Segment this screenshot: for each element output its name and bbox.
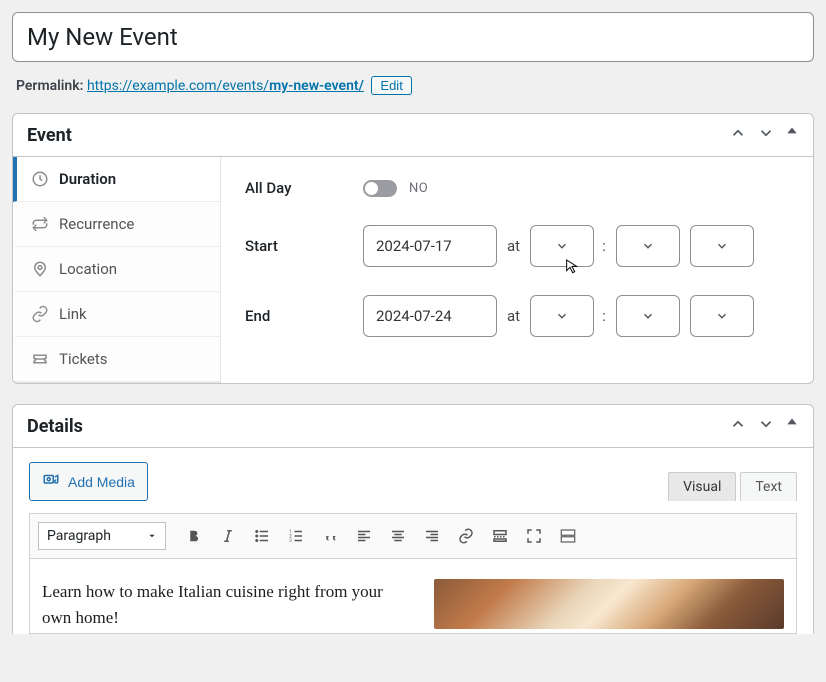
bold-button[interactable]: [178, 520, 210, 552]
add-media-button[interactable]: Add Media: [29, 462, 148, 501]
start-ampm-select[interactable]: [690, 225, 754, 267]
permalink-link[interactable]: https://example.com/events/my-new-event/: [87, 78, 364, 94]
details-postbox-header: Details: [13, 405, 813, 448]
start-minute-select[interactable]: [616, 225, 680, 267]
event-postbox: Event Duration: [12, 113, 814, 384]
link-icon: [31, 305, 49, 323]
format-select[interactable]: Paragraph: [38, 522, 166, 550]
end-date-input[interactable]: [363, 295, 497, 337]
collapse-icon[interactable]: [785, 124, 799, 146]
editor-toolbar: Paragraph 123: [29, 513, 797, 559]
start-colon: :: [602, 237, 606, 255]
svg-text:3: 3: [289, 538, 292, 544]
align-center-button[interactable]: [382, 520, 414, 552]
all-day-value: NO: [409, 181, 428, 196]
details-postbox: Details Add Media Visual Text: [12, 404, 814, 634]
edit-permalink-button[interactable]: Edit: [371, 76, 411, 95]
event-title-input[interactable]: [12, 12, 814, 62]
tab-recurrence[interactable]: Recurrence: [13, 202, 220, 247]
details-heading: Details: [27, 416, 83, 437]
permalink-row: Permalink: https://example.com/events/my…: [16, 76, 810, 95]
end-at-text: at: [507, 307, 520, 325]
italic-button[interactable]: [212, 520, 244, 552]
align-right-button[interactable]: [416, 520, 448, 552]
loop-icon: [31, 215, 49, 233]
permalink-label: Permalink:: [16, 78, 83, 94]
event-postbox-header: Event: [13, 114, 813, 157]
event-tabs: Duration Recurrence Location Link: [13, 157, 221, 383]
tab-link-label: Link: [59, 305, 87, 323]
numbered-list-button[interactable]: 123: [280, 520, 312, 552]
all-day-toggle[interactable]: [363, 180, 397, 197]
tab-duration-label: Duration: [59, 170, 116, 188]
blockquote-button[interactable]: [314, 520, 346, 552]
move-down-icon[interactable]: [757, 124, 775, 146]
read-more-button[interactable]: [484, 520, 516, 552]
event-heading: Event: [27, 125, 72, 146]
tab-link[interactable]: Link: [13, 292, 220, 337]
start-hour-select[interactable]: [530, 225, 594, 267]
end-colon: :: [602, 307, 606, 325]
fullscreen-button[interactable]: [518, 520, 550, 552]
camera-music-icon: [42, 471, 60, 492]
tab-tickets[interactable]: Tickets: [13, 337, 220, 382]
end-hour-select[interactable]: [530, 295, 594, 337]
editor-text[interactable]: Learn how to make Italian cuisine right …: [42, 579, 414, 633]
pin-icon: [31, 260, 49, 278]
end-label: End: [245, 307, 363, 325]
insert-link-button[interactable]: [450, 520, 482, 552]
all-day-label: All Day: [245, 179, 363, 197]
editor-tab-visual[interactable]: Visual: [668, 472, 736, 501]
start-at-text: at: [507, 237, 520, 255]
ticket-icon: [31, 350, 49, 368]
bullet-list-button[interactable]: [246, 520, 278, 552]
end-minute-select[interactable]: [616, 295, 680, 337]
tab-location[interactable]: Location: [13, 247, 220, 292]
move-up-icon[interactable]: [729, 124, 747, 146]
editor-tab-text[interactable]: Text: [740, 472, 797, 501]
details-move-down-icon[interactable]: [757, 415, 775, 437]
toolbar-toggle-button[interactable]: [552, 520, 584, 552]
clock-icon: [31, 170, 49, 188]
details-handle-actions: [729, 415, 799, 437]
editor-inline-image[interactable]: [434, 579, 784, 629]
details-move-up-icon[interactable]: [729, 415, 747, 437]
details-collapse-icon[interactable]: [785, 415, 799, 437]
tab-location-label: Location: [59, 260, 117, 278]
tab-duration[interactable]: Duration: [13, 157, 220, 202]
add-media-label: Add Media: [68, 474, 135, 490]
tab-recurrence-label: Recurrence: [59, 215, 134, 233]
align-left-button[interactable]: [348, 520, 380, 552]
start-date-input[interactable]: [363, 225, 497, 267]
tab-tickets-label: Tickets: [59, 350, 108, 368]
event-content: All Day NO Start at :: [221, 157, 813, 383]
start-label: Start: [245, 237, 363, 255]
end-ampm-select[interactable]: [690, 295, 754, 337]
editor-content-area[interactable]: Learn how to make Italian cuisine right …: [29, 559, 797, 634]
event-handle-actions: [729, 124, 799, 146]
